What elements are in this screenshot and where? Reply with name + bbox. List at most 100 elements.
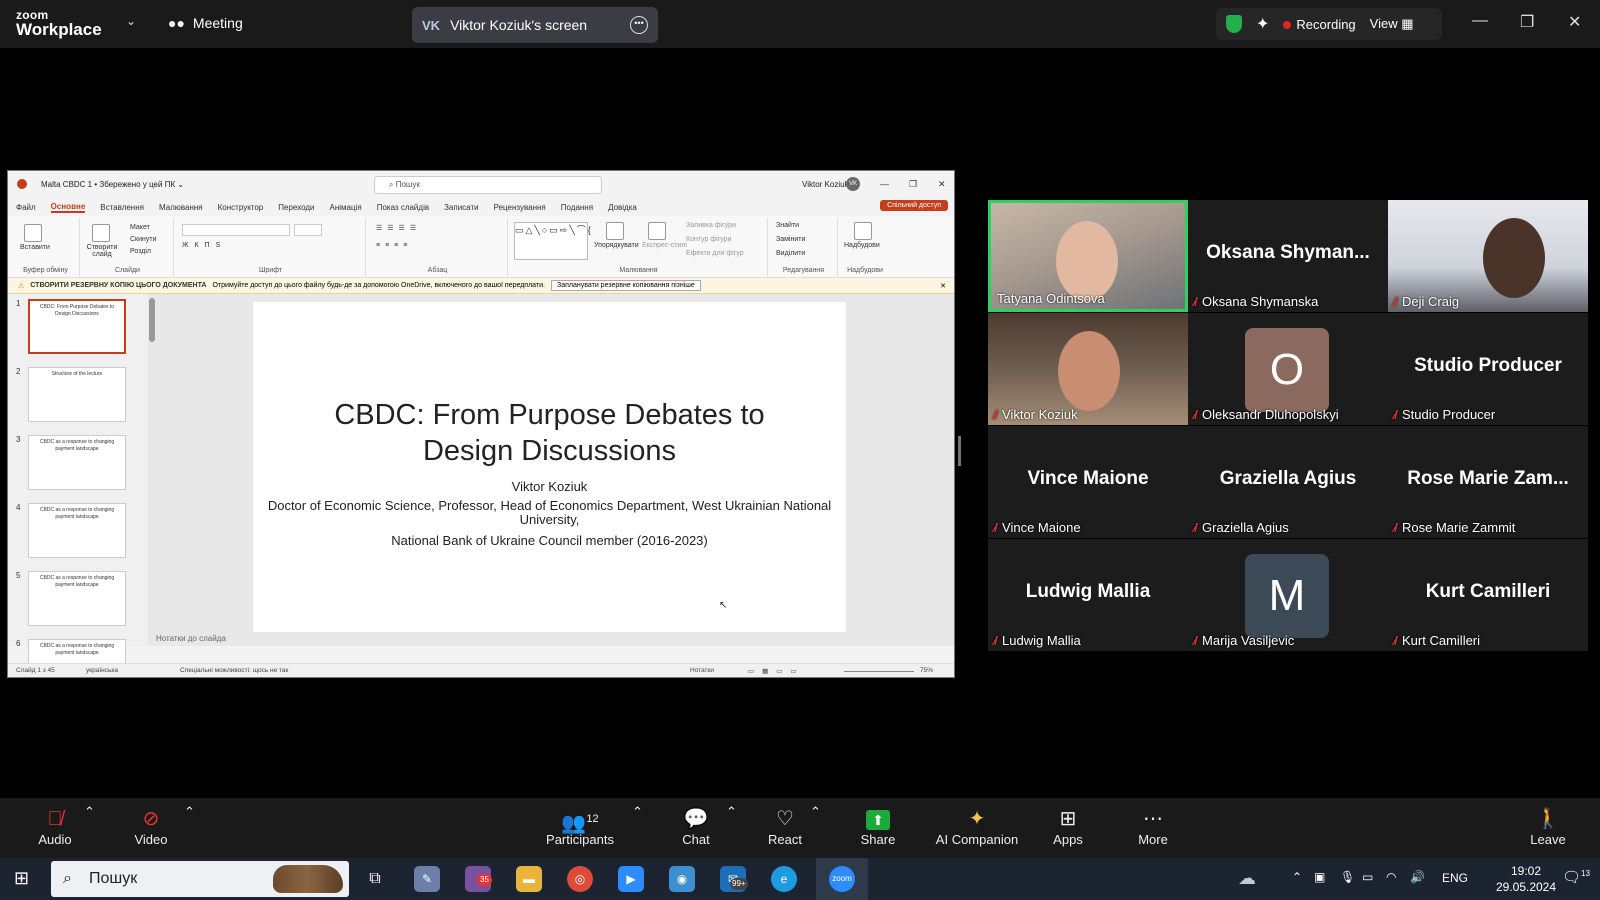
ppt-tab[interactable]: Показ слайдів — [377, 203, 429, 212]
video-button[interactable]: ⊘ Video — [130, 806, 172, 847]
participants-button[interactable]: 👥12 Participants — [544, 806, 616, 847]
restore-icon[interactable]: ❐ — [1520, 12, 1534, 32]
video-options-chevron-icon[interactable]: ⌃ — [184, 804, 195, 820]
participants-chevron-icon[interactable]: ⌃ — [632, 804, 643, 820]
splitter-handle[interactable] — [958, 436, 961, 466]
slide-thumbnail[interactable]: CBDC as a response to changing payment l… — [28, 435, 126, 490]
ppt-search-box[interactable]: ⌕ Пошук — [374, 176, 602, 194]
slide-thumbnail[interactable]: CBDC as a response to changing payment l… — [28, 571, 126, 626]
ppt-tab[interactable]: Анімація — [330, 203, 362, 212]
status-notes-button[interactable]: Нотатки — [690, 667, 714, 674]
slide-thumbnail-row[interactable]: 2 Structure of the lecture — [8, 362, 148, 422]
replace-button[interactable]: Замінити — [776, 236, 805, 243]
addins-icon[interactable] — [854, 222, 872, 240]
paint-app-icon[interactable]: ✎ — [414, 866, 440, 892]
close-infobar-icon[interactable]: ✕ — [940, 282, 946, 290]
zoom-active-app[interactable]: zoom — [816, 858, 868, 900]
participant-tile[interactable]: O ⁄̸ Oleksandr Dluhopolskyi — [1188, 313, 1388, 425]
ppt-share-button[interactable]: Спільний доступ — [880, 200, 948, 211]
edge-icon[interactable]: e — [771, 866, 797, 892]
encryption-shield-icon[interactable] — [1226, 15, 1242, 33]
quick-styles-label[interactable]: Експрес-стилі — [642, 242, 687, 249]
onedrive-cloud-icon[interactable]: ☁ — [1238, 868, 1256, 889]
shape-fill-button[interactable]: Заливка фігури — [686, 222, 736, 229]
find-button[interactable]: Знайти — [776, 222, 799, 229]
device-icon[interactable]: ▣ — [1314, 870, 1325, 884]
slide-thumbnail-row[interactable]: 1 CBDC: From Purpose Debates to Design Di… — [8, 294, 148, 354]
ppt-tab[interactable]: Переходи — [278, 203, 314, 212]
battery-icon[interactable]: ▭ — [1362, 870, 1373, 884]
slide-thumbnail-row[interactable]: 5 CBDC as a response to changing payment … — [8, 566, 148, 626]
task-view-icon[interactable]: ⧉ — [362, 866, 388, 892]
ppt-tab[interactable]: Подання — [561, 203, 593, 212]
participant-tile[interactable]: Vince Maione ⁄̸ Vince Maione — [988, 426, 1188, 538]
screen-share-indicator[interactable]: VK Viktor Koziuk's screen ••• — [412, 7, 658, 43]
chat-button[interactable]: 💬 Chat — [680, 806, 712, 847]
status-accessibility[interactable]: Спеціальні можливості: щось не так — [180, 667, 288, 674]
participant-tile[interactable]: Oksana Shyman... ⁄̸ Oksana Shymanska — [1188, 200, 1388, 312]
react-chevron-icon[interactable]: ⌃ — [810, 804, 821, 820]
backup-later-button[interactable]: Запланувати резервне копіювання пізніше — [550, 280, 701, 291]
status-language[interactable]: українська — [86, 667, 118, 674]
shapes-gallery[interactable]: ▭△╲○▭⇨╲⌒{ — [514, 222, 591, 260]
react-button[interactable]: ♡ React — [767, 806, 803, 847]
audio-button[interactable]: 🎙̸ Audio — [35, 806, 75, 847]
ai-companion-button[interactable]: ✦ AI Companion — [935, 806, 1019, 847]
arrange-label[interactable]: Упорядкувати — [594, 242, 639, 249]
ppt-file-title[interactable]: Malta CBDC 1 • Збережено у цей ПК ⌄ — [41, 180, 184, 189]
slide-thumbnail[interactable]: CBDC: From Purpose Debates to Design Dis… — [28, 299, 126, 354]
current-slide[interactable]: CBDC: From Purpose Debates to Design Dis… — [253, 302, 846, 632]
shape-outline-button[interactable]: Контур фігури — [686, 236, 731, 243]
ppt-close-icon[interactable]: ✕ — [938, 179, 946, 190]
participant-tile[interactable]: ⁄̸ Viktor Koziuk — [988, 313, 1188, 425]
ppt-tab[interactable]: Основне — [50, 202, 86, 213]
layout-button[interactable]: Макет — [130, 224, 150, 231]
participant-tile[interactable]: Tatyana Odintsova — [988, 200, 1188, 312]
close-icon[interactable]: ✕ — [1568, 12, 1581, 32]
tray-overflow-chevron-icon[interactable]: ⌃ — [1292, 870, 1302, 884]
participant-tile[interactable]: M ⁄̸ Marija Vasiljevic — [1188, 539, 1388, 651]
zoom-taskbar-icon[interactable]: ▶ — [618, 866, 644, 892]
font-format-icons[interactable]: ЖКПS — [182, 242, 226, 249]
notification-center-icon[interactable]: 🗨13 — [1562, 868, 1590, 886]
slide-thumbnail-row[interactable]: 3 CBDC as a response to changing payment … — [8, 430, 148, 490]
shape-effects-button[interactable]: Ефекти для фігур — [686, 250, 744, 257]
ppt-user-avatar[interactable]: VK — [846, 177, 860, 191]
font-name-field[interactable] — [182, 224, 290, 236]
participant-tile[interactable]: Studio Producer ⁄̸ Studio Producer — [1388, 313, 1588, 425]
more-button[interactable]: ⋯ More — [1135, 806, 1171, 847]
ppt-minimize-icon[interactable]: — — [880, 179, 889, 189]
ppt-tab[interactable]: Рецензування — [494, 203, 546, 212]
leave-button[interactable]: 🚶 Leave — [1530, 806, 1566, 847]
font-size-field[interactable] — [294, 224, 322, 236]
participant-tile[interactable]: Kurt Camilleri ⁄̸ Kurt Camilleri — [1388, 539, 1588, 651]
status-zoom-level[interactable]: 75% — [920, 667, 933, 674]
mail-app-icon[interactable]: ✉99+ — [720, 866, 748, 892]
arrange-icon[interactable] — [606, 222, 624, 240]
more-options-icon[interactable]: ••• — [630, 16, 648, 34]
share-button[interactable]: ⬆ Share — [860, 806, 896, 847]
audio-options-chevron-icon[interactable]: ⌃ — [84, 804, 95, 820]
language-indicator[interactable]: ENG — [1442, 871, 1468, 885]
ppt-tab[interactable]: Малювання — [159, 203, 203, 212]
windows-start-icon[interactable]: ⊞ — [14, 868, 29, 889]
microphone-icon[interactable]: 🎙 — [1340, 870, 1355, 884]
slide-thumbnail[interactable]: CBDC as a response to changing payment l… — [28, 503, 126, 558]
ai-sparkle-icon[interactable]: ✦ — [1256, 14, 1269, 34]
paste-icon[interactable] — [24, 224, 42, 242]
magnifier-app-icon[interactable]: ◉ — [669, 866, 695, 892]
taskbar-search[interactable]: ⌕ Пошук — [51, 861, 349, 897]
viber-app-icon[interactable]: 35 — [465, 866, 492, 892]
ppt-tab[interactable]: Записати — [444, 203, 479, 212]
ppt-tab[interactable]: Довідка — [608, 203, 637, 212]
apps-button[interactable]: ⊞ Apps — [1050, 806, 1086, 847]
quick-styles-icon[interactable] — [648, 222, 666, 240]
minimize-icon[interactable]: — — [1472, 12, 1488, 30]
align-icons[interactable]: ≡≡≡≡ — [376, 242, 412, 249]
participant-tile[interactable]: Graziella Agius ⁄̸ Graziella Agius — [1188, 426, 1388, 538]
slide-thumbnail-row[interactable]: 4 CBDC as a response to changing payment … — [8, 498, 148, 558]
ppt-user-name[interactable]: Viktor Koziuk — [802, 180, 849, 189]
ppt-tab[interactable]: Файл — [16, 203, 36, 212]
slide-thumbnail[interactable]: Structure of the lecture — [28, 367, 126, 422]
recording-indicator[interactable]: Recording — [1283, 17, 1356, 32]
